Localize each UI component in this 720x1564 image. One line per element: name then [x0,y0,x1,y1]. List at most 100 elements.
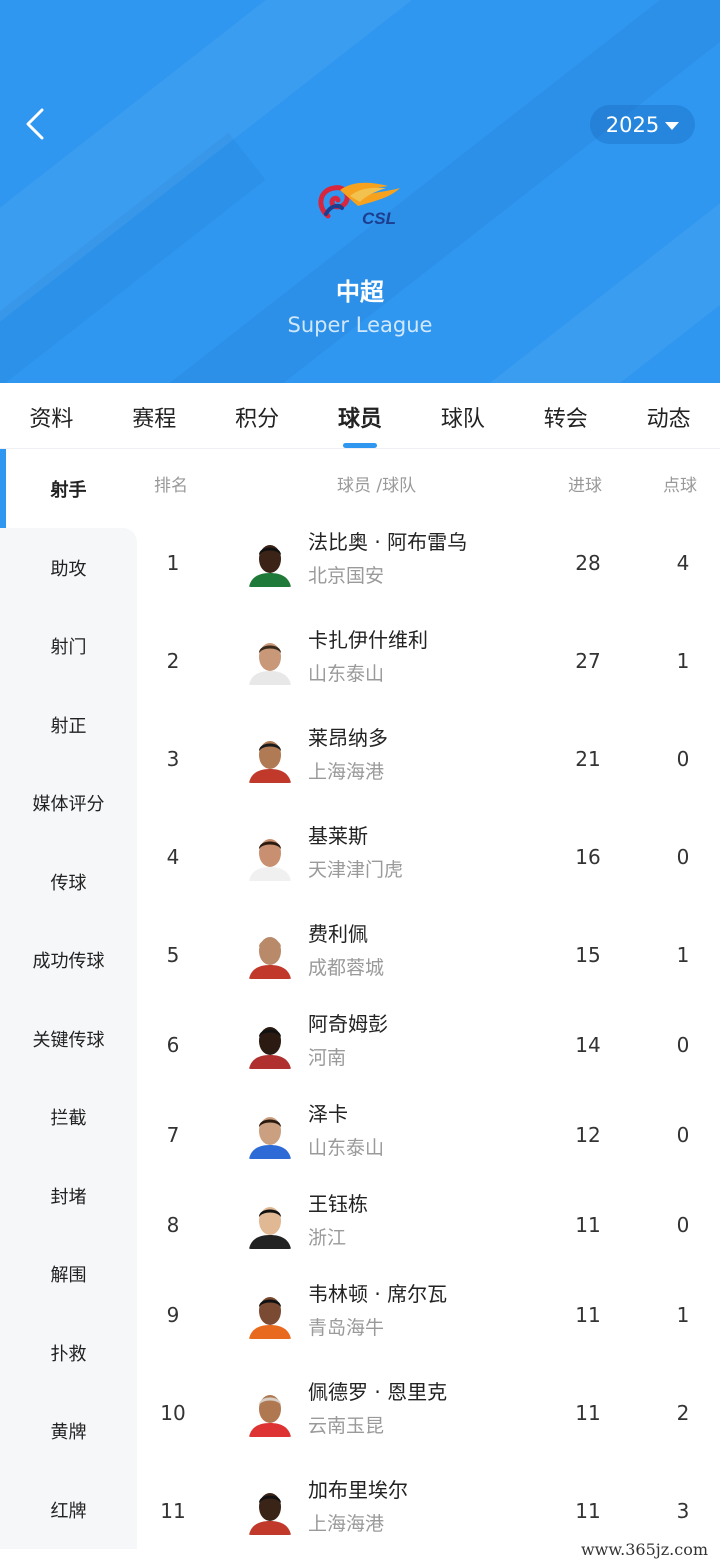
rank-value: 11 [160,1499,186,1523]
goals-value: 15 [575,943,601,967]
rank-value: 7 [166,1123,180,1147]
tab-schedule[interactable]: 赛程 [103,383,206,448]
penalties-value: 0 [676,1213,690,1237]
penalties-value: 0 [676,1033,690,1057]
player-name: 泽卡 [308,1102,348,1126]
sidebar-item-shots-on-target[interactable]: 射正 [0,685,137,764]
tab-news[interactable]: 动态 [617,383,720,448]
sidebar-item-blocks[interactable]: 封堵 [0,1156,137,1235]
table-row[interactable]: 8 王钰栋浙江 11 0 [137,1177,720,1273]
team-name: 成都蓉城 [308,957,385,979]
rank-value: 4 [166,845,180,869]
season-value: 2025 [605,112,660,137]
player-avatar [247,733,293,783]
team-name: 云南玉昆 [308,1415,385,1437]
player-avatar [247,537,293,587]
player-avatar [247,831,293,881]
sidebar-item-interceptions[interactable]: 拦截 [0,1077,137,1156]
sidebar-item-yellow-cards[interactable]: 黄牌 [0,1391,137,1470]
goals-value: 11 [575,1401,601,1425]
player-name: 王钰栋 [308,1192,368,1216]
sidebar-item-red-cards[interactable]: 红牌 [0,1470,137,1549]
watermark: www.365jz.com [576,1539,712,1560]
player-name: 法比奥 · 阿布雷乌 [308,530,468,554]
rank-value: 3 [166,747,180,771]
goals-value: 11 [575,1499,601,1523]
penalties-value: 0 [676,747,690,771]
logo-text: CSL [362,209,396,228]
csl-logo: CSL [310,176,410,234]
league-subtitle: Super League [287,313,433,337]
sidebar-item-media-rating[interactable]: 媒体评分 [0,763,137,842]
tab-transfers[interactable]: 转会 [514,383,617,448]
sidebar-item-passes[interactable]: 传球 [0,842,137,921]
team-name: 北京国安 [308,565,385,587]
column-header-rank: 排名 [154,476,188,496]
sidebar-item-successful-passes[interactable]: 成功传球 [0,920,137,999]
penalties-value: 1 [676,649,690,673]
caret-down-icon [665,121,680,130]
sidebar-item-clearances[interactable]: 解围 [0,1234,137,1313]
team-name: 上海海港 [308,761,385,783]
column-header-goals: 进球 [568,476,602,496]
goals-value: 28 [575,551,601,575]
player-name: 韦林顿 · 席尔瓦 [308,1282,448,1306]
team-name: 浙江 [308,1227,347,1249]
goals-value: 11 [575,1303,601,1327]
sidebar-item-assists[interactable]: 助攻 [0,528,137,607]
penalties-value: 1 [676,1303,690,1327]
team-name: 上海海港 [308,1513,385,1535]
sidebar-item-scorers[interactable]: 射手 [0,449,137,528]
player-avatar [247,1199,293,1249]
goals-value: 11 [575,1213,601,1237]
rank-value: 1 [166,551,180,575]
goals-value: 14 [575,1033,601,1057]
rank-value: 8 [166,1213,180,1237]
tab-teams[interactable]: 球队 [411,383,514,448]
league-header: 2025 CSL 中超 Super League [0,0,720,383]
rank-value: 5 [166,943,180,967]
back-button[interactable] [18,104,58,144]
tab-standings[interactable]: 积分 [206,383,309,448]
sidebar-item-shots[interactable]: 射门 [0,606,137,685]
goals-value: 12 [575,1123,601,1147]
rank-value: 6 [166,1033,180,1057]
goals-value: 16 [575,845,601,869]
team-name: 青岛海牛 [308,1317,385,1339]
tab-info[interactable]: 资料 [0,383,103,448]
table-row[interactable]: 5 费利佩成都蓉城 15 1 [137,907,720,1003]
table-row[interactable]: 4 基莱斯天津津门虎 16 0 [137,809,720,905]
player-avatar [247,1019,293,1069]
sidebar-item-saves[interactable]: 扑救 [0,1313,137,1392]
sidebar-item-key-passes[interactable]: 关键传球 [0,999,137,1078]
table-row[interactable]: 7 泽卡 山东泰山 12 0 [137,1087,720,1183]
league-name: 中超 [336,278,384,306]
penalties-value: 0 [676,845,690,869]
player-avatar [247,1485,293,1535]
table-row[interactable]: 9 韦林顿 · 席尔瓦 青岛海牛 11 1 [137,1267,720,1363]
team-name: 天津津门虎 [308,859,404,881]
stat-category-sidebar: 射手 助攻 射门 射正 媒体评分 传球 成功传球 关键传球 拦截 封堵 解围 扑… [0,449,137,1564]
player-name: 加布里埃尔 [308,1478,408,1502]
column-header-player-team: 球员 /球队 [337,476,417,496]
table-row[interactable]: 1 法比奥 · 阿布雷乌 北京国安 28 4 [137,515,720,611]
player-avatar [247,1109,293,1159]
player-avatar [247,635,293,685]
table-row[interactable]: 10 佩德罗 · 恩里克 云南玉昆 11 2 [137,1365,720,1461]
table-header: 排名 球员 /球队 进球 点球 [137,449,720,513]
player-avatar [247,929,293,979]
player-name: 费利佩 [308,922,368,946]
penalties-value: 0 [676,1123,690,1147]
penalties-value: 1 [676,943,690,967]
player-name: 基莱斯 [308,824,368,848]
tab-players[interactable]: 球员 [309,383,412,448]
player-avatar [247,1387,293,1437]
table-row[interactable]: 2 卡扎伊什维利 山东泰山 27 1 [137,613,720,709]
penalties-value: 2 [676,1401,690,1425]
rank-value: 2 [166,649,180,673]
rank-value: 10 [160,1401,186,1425]
table-row[interactable]: 6 阿奇姆彭 河南 14 0 [137,997,720,1093]
penalties-value: 4 [676,551,690,575]
table-row[interactable]: 3 莱昂纳多 上海海港 21 0 [137,711,720,807]
season-dropdown[interactable]: 2025 [590,105,695,144]
